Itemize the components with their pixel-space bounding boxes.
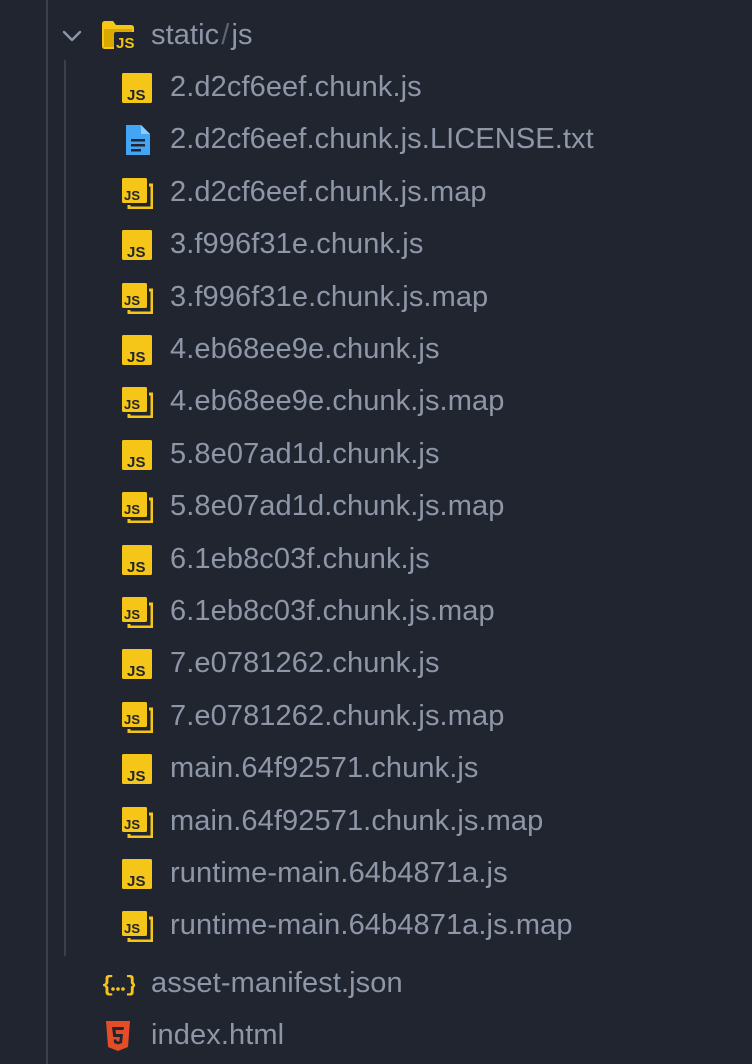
file-item[interactable]: JS main.64f92571.chunk.js — [0, 743, 752, 795]
file-name: 7.e0781262.chunk.js.map — [170, 699, 505, 732]
js-file-icon: JS — [122, 859, 152, 890]
svg-text:JS: JS — [124, 397, 140, 412]
file-item[interactable]: JS 5.8e07ad1d.chunk.js — [0, 429, 752, 481]
file-name: 4.eb68ee9e.chunk.js.map — [170, 385, 505, 418]
text-file-icon — [126, 125, 150, 156]
svg-text:JS: JS — [127, 244, 146, 261]
html5-file-icon — [106, 1021, 130, 1051]
file-item[interactable]: JS runtime-main.64b4871a.js.map — [0, 900, 752, 952]
file-item[interactable]: { } asset-manifest.json — [0, 958, 752, 1010]
svg-text:JS: JS — [127, 873, 146, 890]
js-map-file-icon: JS — [122, 387, 153, 419]
file-item[interactable]: JS 3.f996f31e.chunk.js — [0, 219, 752, 271]
file-item[interactable]: index.html — [0, 1010, 752, 1062]
svg-text:JS: JS — [127, 87, 146, 104]
svg-text:JS: JS — [124, 293, 140, 308]
file-item[interactable]: JS 2.d2cf6eef.chunk.js.map — [0, 167, 752, 219]
folder-static-js[interactable]: JS static/js — [0, 10, 752, 62]
file-name: 3.f996f31e.chunk.js.map — [170, 280, 489, 313]
js-map-file-icon: JS — [122, 597, 153, 628]
file-item[interactable]: JS 2.d2cf6eef.chunk.js — [0, 62, 752, 114]
file-explorer: JS static/js JS 2.d2cf6eef.chunk.js 2.d2… — [0, 0, 752, 1064]
js-file-icon: JS — [122, 439, 152, 471]
js-file-icon: JS — [122, 649, 152, 680]
file-name: index.html — [151, 1019, 285, 1051]
file-name: main.64f92571.chunk.js.map — [170, 804, 544, 837]
chevron-down-icon[interactable] — [60, 24, 84, 48]
file-name: asset-manifest.json — [151, 967, 403, 999]
js-file-icon: JS — [122, 544, 152, 576]
file-item[interactable]: JS 7.e0781262.chunk.js.map — [0, 691, 752, 743]
file-item[interactable]: JS 3.f996f31e.chunk.js.map — [0, 272, 752, 324]
file-name: 3.f996f31e.chunk.js — [170, 228, 424, 261]
json-file-icon: { } — [101, 973, 135, 998]
file-name: 5.8e07ad1d.chunk.js.map — [170, 490, 505, 523]
file-item[interactable]: JS 5.8e07ad1d.chunk.js.map — [0, 481, 752, 533]
js-file-icon: JS — [122, 335, 152, 366]
file-item[interactable]: JS 4.eb68ee9e.chunk.js.map — [0, 376, 752, 428]
svg-text:JS: JS — [124, 607, 140, 622]
file-name: 6.1eb8c03f.chunk.js — [170, 542, 430, 575]
svg-text:JS: JS — [116, 35, 135, 52]
svg-text:{: { — [101, 973, 114, 998]
js-file-icon: JS — [122, 230, 152, 261]
folder-js-icon: JS — [102, 21, 137, 52]
svg-text:JS: JS — [127, 663, 146, 680]
svg-text:JS: JS — [124, 712, 140, 727]
js-file-icon: JS — [122, 73, 152, 104]
file-name: 2.d2cf6eef.chunk.js — [170, 71, 422, 103]
file-name: 5.8e07ad1d.chunk.js — [170, 437, 440, 470]
js-map-file-icon: JS — [122, 282, 153, 314]
js-map-file-icon: JS — [122, 701, 153, 733]
file-name: runtime-main.64b4871a.js.map — [170, 909, 573, 942]
svg-text:}: } — [125, 973, 135, 998]
svg-text:JS: JS — [127, 768, 146, 785]
file-item[interactable]: JS 7.e0781262.chunk.js — [0, 638, 752, 690]
svg-text:JS: JS — [127, 559, 146, 576]
file-name: 2.d2cf6eef.chunk.js.map — [170, 175, 487, 208]
folder-label: static/js — [151, 19, 253, 51]
file-item[interactable]: JS 4.eb68ee9e.chunk.js — [0, 324, 752, 376]
js-map-file-icon: JS — [122, 177, 153, 209]
file-name: 7.e0781262.chunk.js — [170, 647, 440, 680]
svg-text:JS: JS — [124, 188, 140, 203]
js-file-icon: JS — [122, 754, 152, 785]
file-name: runtime-main.64b4871a.js — [170, 857, 508, 889]
file-item[interactable]: JS 6.1eb8c03f.chunk.js.map — [0, 586, 752, 638]
file-name: 4.eb68ee9e.chunk.js — [170, 333, 440, 365]
svg-text:JS: JS — [124, 817, 140, 832]
file-item[interactable]: JS runtime-main.64b4871a.js — [0, 848, 752, 900]
svg-text:JS: JS — [127, 454, 146, 471]
js-map-file-icon: JS — [122, 806, 153, 838]
file-item[interactable]: 2.d2cf6eef.chunk.js.LICENSE.txt — [0, 114, 752, 166]
svg-text:JS: JS — [124, 921, 140, 936]
file-name: main.64f92571.chunk.js — [170, 752, 479, 785]
file-item[interactable]: JS 6.1eb8c03f.chunk.js — [0, 534, 752, 586]
file-name: 2.d2cf6eef.chunk.js.LICENSE.txt — [170, 123, 594, 156]
file-item[interactable]: JS main.64f92571.chunk.js.map — [0, 796, 752, 848]
svg-text:JS: JS — [124, 502, 140, 517]
svg-text:JS: JS — [127, 349, 146, 366]
js-map-file-icon: JS — [122, 492, 153, 524]
file-name: 6.1eb8c03f.chunk.js.map — [170, 595, 495, 627]
js-map-file-icon: JS — [122, 911, 153, 943]
